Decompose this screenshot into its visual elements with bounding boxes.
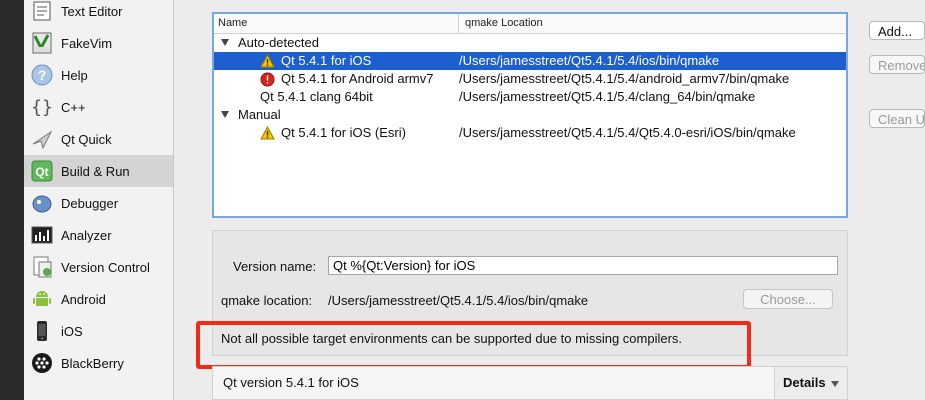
fakevim-icon xyxy=(31,32,53,54)
details-summary-bar: Qt version 5.4.1 for iOS Details xyxy=(212,366,848,400)
column-header-qmake-location[interactable]: qmake Location xyxy=(459,14,543,33)
sidebar-item-cpp[interactable]: {} C++ xyxy=(24,91,173,123)
ios-device-icon xyxy=(31,320,53,342)
version-name-input[interactable] xyxy=(328,256,838,275)
svg-text:?: ? xyxy=(38,67,47,83)
blackberry-icon xyxy=(31,352,53,374)
sidebar-item-build-run[interactable]: Qt Build & Run xyxy=(24,155,173,187)
sidebar-item-label: Version Control xyxy=(61,259,150,275)
sidebar-item-label: C++ xyxy=(61,99,86,115)
sidebar-item-label: Qt Quick xyxy=(61,131,112,147)
qt-versions-pane: Name qmake Location Auto-detected Qt 5.4… xyxy=(174,0,925,400)
qmake-location-label: qmake location: xyxy=(221,293,313,308)
version-name-label: Version name: xyxy=(233,259,317,274)
qt-version-name: Qt 5.4.1 for iOS (Esri) xyxy=(281,125,406,140)
sidebar-item-blackberry[interactable]: BlackBerry xyxy=(24,347,173,379)
sidebar-item-label: iOS xyxy=(61,323,83,339)
warning-icon xyxy=(260,54,275,68)
qt-version-name: Qt 5.4.1 for Android armv7 xyxy=(281,71,434,86)
qmake-location: /Users/jamesstreet/Qt5.4.1/5.4/android_a… xyxy=(459,71,790,86)
sidebar-item-label: Analyzer xyxy=(61,227,112,243)
tree-group-auto-detected[interactable]: Auto-detected xyxy=(214,34,846,52)
group-label: Manual xyxy=(238,107,281,122)
analyzer-icon xyxy=(31,224,53,246)
version-control-icon xyxy=(31,256,53,278)
debugger-icon xyxy=(31,192,53,214)
add-button[interactable]: Add... xyxy=(869,21,925,40)
tree-group-manual[interactable]: Manual xyxy=(214,106,846,124)
sidebar-item-label: Help xyxy=(61,67,88,83)
window-edge xyxy=(0,0,24,400)
table-row[interactable]: Qt 5.4.1 for iOS (Esri) /Users/jamesstre… xyxy=(214,124,846,142)
qt-version-name: Qt 5.4.1 for iOS xyxy=(281,53,372,68)
sidebar-item-qt-quick[interactable]: Qt Quick xyxy=(24,123,173,155)
error-icon xyxy=(260,72,275,87)
help-icon: ? xyxy=(31,64,53,86)
clean-up-button[interactable]: Clean Up xyxy=(869,109,925,128)
table-row[interactable]: Qt 5.4.1 for Android armv7 /Users/jamess… xyxy=(214,70,846,88)
sidebar-item-label: Build & Run xyxy=(61,163,130,179)
annotation-highlight-box xyxy=(196,321,751,369)
disclosure-expanded-icon[interactable] xyxy=(221,39,229,46)
sidebar-item-ios[interactable]: iOS xyxy=(24,315,173,347)
text-editor-icon xyxy=(31,0,53,22)
sidebar-item-help[interactable]: ? Help xyxy=(24,59,173,91)
sidebar-item-label: Android xyxy=(61,291,106,307)
android-icon xyxy=(31,288,53,310)
sidebar-item-debugger[interactable]: Debugger xyxy=(24,187,173,219)
qmake-location-value: /Users/jamesstreet/Qt5.4.1/5.4/ios/bin/q… xyxy=(328,293,589,308)
tree-header: Name qmake Location xyxy=(214,14,846,34)
column-header-name[interactable]: Name xyxy=(214,14,459,33)
sidebar-item-android[interactable]: Android xyxy=(24,283,173,315)
choose-button[interactable]: Choose... xyxy=(743,289,833,309)
cpp-braces-icon: {} xyxy=(31,96,53,118)
disclosure-expanded-icon[interactable] xyxy=(221,111,229,118)
table-row[interactable]: Qt 5.4.1 clang 64bit /Users/jamesstreet/… xyxy=(214,88,846,106)
build-run-icon: Qt xyxy=(31,160,53,182)
svg-text:{}: {} xyxy=(31,97,53,118)
qmake-location: /Users/jamesstreet/Qt5.4.1/5.4/clang_64/… xyxy=(459,89,756,104)
sidebar-item-version-control[interactable]: Version Control xyxy=(24,251,173,283)
sidebar-item-label: FakeVim xyxy=(61,35,113,51)
qt-version-summary: Qt version 5.4.1 for iOS xyxy=(223,375,359,390)
qmake-location: /Users/jamesstreet/Qt5.4.1/5.4/ios/bin/q… xyxy=(459,53,720,68)
details-toggle-button[interactable]: Details xyxy=(774,367,847,399)
qt-quick-icon xyxy=(31,128,53,150)
sidebar-item-label: Text Editor xyxy=(61,3,123,19)
group-label: Auto-detected xyxy=(238,35,319,50)
sidebar-item-label: Debugger xyxy=(61,195,119,211)
remove-button[interactable]: Remove xyxy=(869,55,925,74)
qt-version-name: Qt 5.4.1 clang 64bit xyxy=(260,89,373,104)
svg-text:Qt: Qt xyxy=(35,165,48,179)
qt-versions-tree[interactable]: Name qmake Location Auto-detected Qt 5.4… xyxy=(212,12,848,218)
sidebar-item-analyzer[interactable]: Analyzer xyxy=(24,219,173,251)
details-label: Details xyxy=(783,375,826,390)
sidebar-item-label: BlackBerry xyxy=(61,355,124,371)
table-row[interactable]: Qt 5.4.1 for iOS /Users/jamesstreet/Qt5.… xyxy=(214,52,846,70)
chevron-down-icon xyxy=(831,381,839,387)
options-sidebar: Text Editor FakeVim ? Help {} C++ Qt Qui… xyxy=(24,0,174,400)
warning-icon xyxy=(260,126,275,140)
sidebar-item-text-editor[interactable]: Text Editor xyxy=(24,0,173,27)
qmake-location: /Users/jamesstreet/Qt5.4.1/5.4/Qt5.4.0-e… xyxy=(459,125,796,140)
sidebar-item-fakevim[interactable]: FakeVim xyxy=(24,27,173,59)
